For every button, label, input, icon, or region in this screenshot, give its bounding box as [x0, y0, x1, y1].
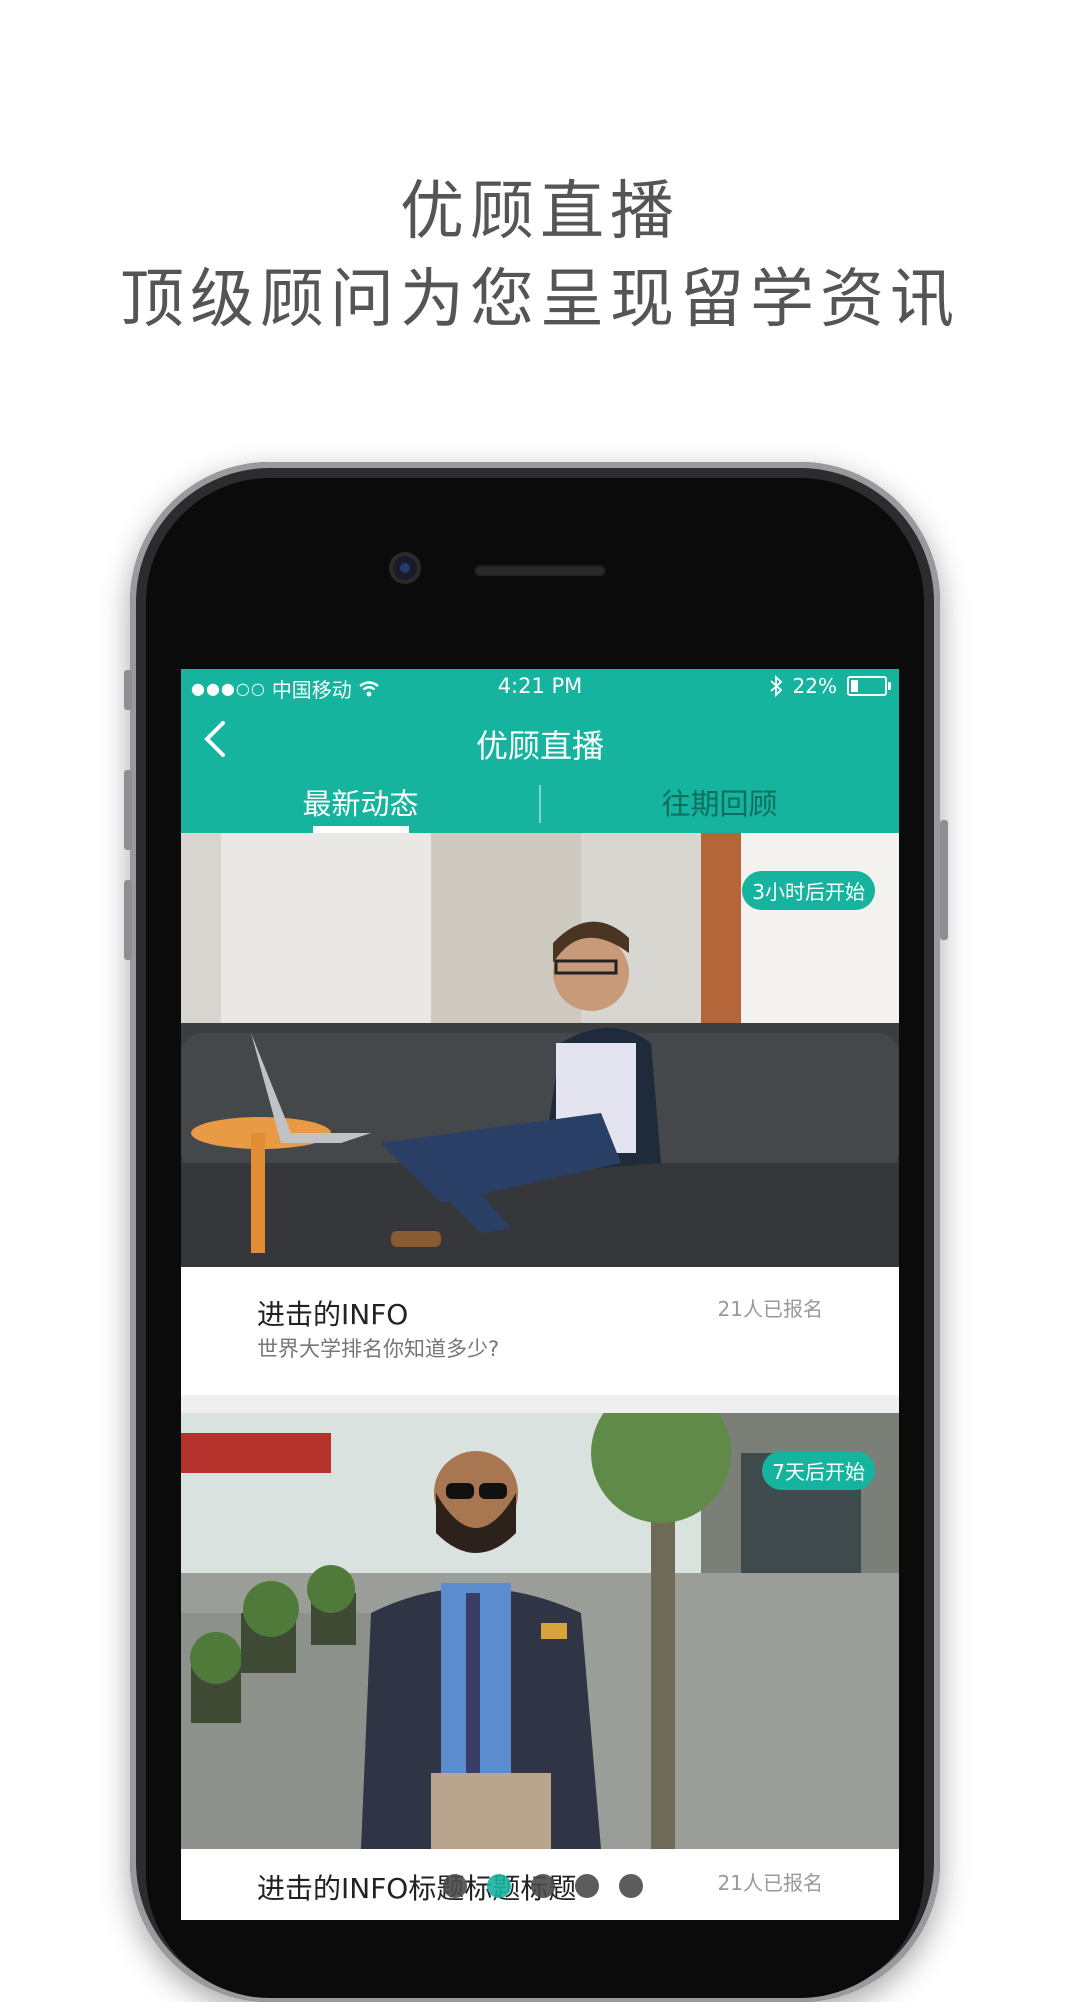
pager-dot[interactable]: [443, 1874, 467, 1898]
page-indicator: [443, 1874, 643, 1898]
nav-bar: 优顾直播: [181, 703, 899, 775]
phone-screen: ●●●○○ 中国移动 4:21 PM 22% 优顾直播 最新动态 往期回顾 3小…: [181, 669, 899, 1920]
live-card[interactable]: 3小时后开始 进击的INFO 世界大学排名你知道多少? 21人已报名: [181, 833, 899, 1395]
tab-latest[interactable]: 最新动态: [181, 781, 540, 823]
signup-count: 21人已报名: [717, 1871, 823, 1895]
earpiece-speaker: [474, 564, 606, 576]
power-button: [940, 820, 948, 940]
volume-down-button: [124, 880, 132, 960]
promo-subheadline: 顶级顾问为您呈现留学资讯: [120, 263, 960, 337]
mute-switch: [124, 670, 132, 710]
battery-icon: [847, 676, 891, 696]
tab-bar: 最新动态 往期回顾: [181, 775, 899, 833]
pager-dot[interactable]: [575, 1874, 599, 1898]
battery-percent: 22%: [792, 674, 837, 698]
front-camera: [393, 556, 417, 580]
pager-dot-active[interactable]: [487, 1874, 511, 1898]
signup-count: 21人已报名: [717, 1297, 823, 1321]
bluetooth-icon: [769, 675, 782, 697]
live-card[interactable]: 7天后开始 进击的INFO标题标题标题 21人已报名: [181, 1413, 899, 1920]
promo-headline: 优顾直播: [400, 175, 680, 249]
tab-active-indicator: [313, 826, 409, 833]
card-subtitle: 世界大学排名你知道多少?: [257, 1337, 500, 1361]
status-bar: ●●●○○ 中国移动 4:21 PM 22%: [181, 669, 899, 703]
tab-past[interactable]: 往期回顾: [540, 781, 899, 823]
pager-dot[interactable]: [531, 1874, 555, 1898]
page-title: 优顾直播: [475, 727, 604, 765]
card-title: 进击的INFO: [257, 1298, 409, 1331]
volume-up-button: [124, 770, 132, 850]
start-time-badge: 3小时后开始: [742, 871, 875, 910]
pager-dot[interactable]: [619, 1874, 643, 1898]
start-time-badge: 7天后开始: [762, 1451, 875, 1490]
